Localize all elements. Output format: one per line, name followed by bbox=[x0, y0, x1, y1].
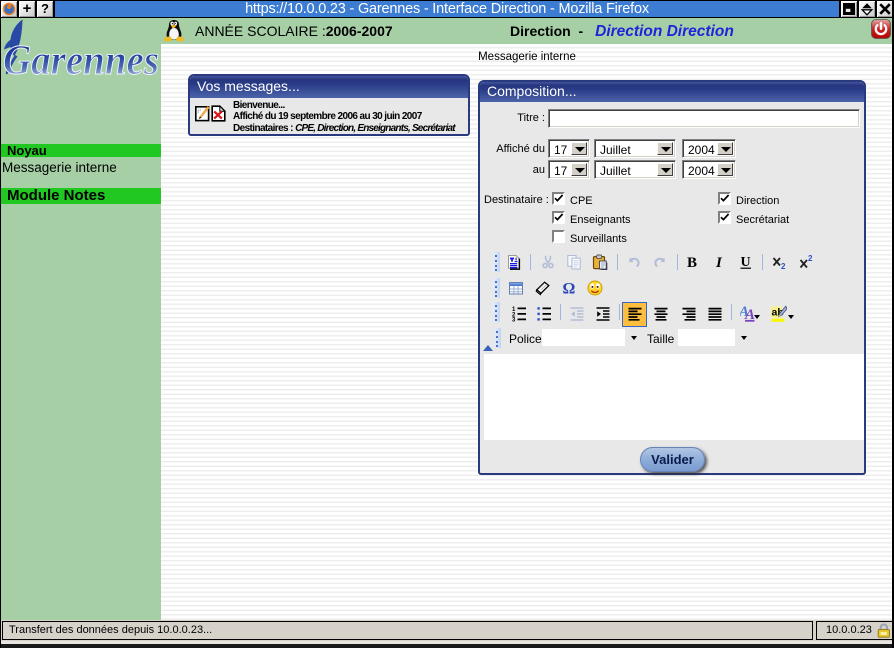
svg-text:2: 2 bbox=[781, 262, 786, 270]
svg-text:2: 2 bbox=[808, 254, 813, 263]
svg-text:Garennes: Garennes bbox=[3, 38, 159, 84]
svg-text:I: I bbox=[715, 255, 723, 270]
svg-text:B: B bbox=[687, 255, 697, 270]
svg-text:3: 3 bbox=[512, 318, 516, 324]
svg-text:Ω: Ω bbox=[563, 281, 576, 297]
